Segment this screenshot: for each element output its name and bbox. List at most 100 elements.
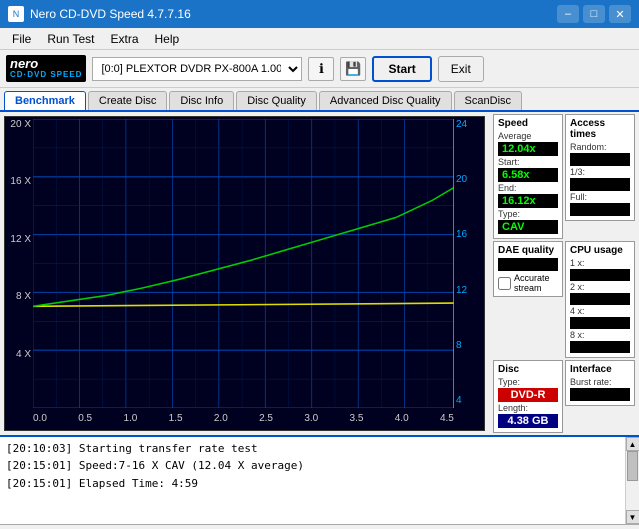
start-value: 6.58x [498,168,558,182]
app-icon: N [8,6,24,22]
window-title: Nero CD-DVD Speed 4.7.7.16 [30,7,191,21]
cpu-section: CPU usage 1 x: 2 x: 4 x: 8 x: [565,241,635,358]
menu-help[interactable]: Help [147,30,188,48]
4x-value [570,317,630,329]
disc-interface-panel: Disc Type: DVD-R Length: 4.38 GB Interfa… [493,360,635,433]
y-right-8: 8 [456,340,462,351]
menu-run-test[interactable]: Run Test [39,30,102,48]
main-content: 20 X 16 X 12 X 8 X 4 X [0,112,639,435]
info-icon-button[interactable]: ℹ [308,57,334,81]
8x-value [570,341,630,353]
y-label-16: 16 X [10,176,31,187]
log-scrollbar: ▲ ▼ [625,437,639,524]
type-value: CAV [498,220,558,234]
4x-label: 4 x: [570,306,630,316]
speed-title: Speed [498,118,558,129]
maximize-button[interactable]: □ [583,5,605,23]
tab-disc-quality[interactable]: Disc Quality [236,91,317,110]
tab-disc-info[interactable]: Disc Info [169,91,234,110]
interface-section: Interface Burst rate: [565,360,635,433]
access-section: Access times Random: 1/3: Full: [565,114,635,239]
tab-benchmark[interactable]: Benchmark [4,91,86,110]
log-area: [20:10:03] Starting transfer rate test [… [0,435,639,525]
disc-length-value: 4.38 GB [498,414,558,428]
disc-type-value: DVD-R [498,388,558,402]
1x-label: 1 x: [570,258,630,268]
tab-advanced-disc-quality[interactable]: Advanced Disc Quality [319,91,452,110]
menu-bar: File Run Test Extra Help [0,28,639,50]
x-label-30: 3.0 [304,413,318,424]
end-value: 16.12x [498,194,558,208]
x-label-15: 1.5 [169,413,183,424]
minimize-button[interactable]: – [557,5,579,23]
y-label-20: 20 X [10,119,31,130]
x-axis: 0.0 0.5 1.0 1.5 2.0 2.5 3.0 3.5 4.0 4.5 [33,408,454,428]
1x-value [570,269,630,281]
dae-section: DAE quality Accurate stream [493,241,563,358]
end-label: End: [498,183,558,193]
y-right-24: 24 [456,119,467,130]
random-value [570,153,630,166]
y-axis-right: 24 20 16 12 8 4 [454,117,484,408]
chart-svg-container [33,119,454,408]
x-label-40: 4.0 [395,413,409,424]
log-entry-0: [20:10:03] Starting transfer rate test [6,440,619,457]
chart-svg [33,119,454,408]
disc-box: Disc Type: DVD-R Length: 4.38 GB [493,360,563,433]
average-value: 12.04x [498,142,558,156]
burst-rate-value [570,388,630,401]
menu-file[interactable]: File [4,30,39,48]
nero-logo: nero CD·DVD SPEED [6,55,86,82]
disc-length-label: Length: [498,403,558,413]
drive-select[interactable]: [0:0] PLEXTOR DVDR PX-800A 1.00 [92,57,302,81]
y-right-16: 16 [456,229,467,240]
y-right-20: 20 [456,174,467,185]
menu-extra[interactable]: Extra [102,30,146,48]
x-label-10: 1.0 [123,413,137,424]
2x-label: 2 x: [570,282,630,292]
cd-dvd-speed-text: CD·DVD SPEED [10,70,82,80]
log-scroll-up-button[interactable]: ▲ [626,437,639,451]
accurate-checkbox[interactable] [498,277,511,290]
one-third-label: 1/3: [570,167,630,177]
start-button[interactable]: Start [372,56,431,82]
y-label-4: 4 X [16,349,31,360]
log-content[interactable]: [20:10:03] Starting transfer rate test [… [0,437,625,524]
8x-label: 8 x: [570,330,630,340]
dae-value [498,258,558,271]
speed-section: Speed Average 12.04x Start: 6.58x End: 1… [493,114,563,239]
x-label-0: 0.0 [33,413,47,424]
accurate-label: Accurate stream [514,273,558,293]
close-button[interactable]: ✕ [609,5,631,23]
log-entry-1: [20:15:01] Speed:7-16 X CAV (12.04 X ave… [6,457,619,474]
tab-scan-disc[interactable]: ScanDisc [454,91,522,110]
dae-cpu-panel: DAE quality Accurate stream CPU usage 1 … [493,241,635,358]
accurate-row: Accurate stream [498,273,558,293]
random-label: Random: [570,142,630,152]
x-label-25: 2.5 [259,413,273,424]
x-label-45: 4.5 [440,413,454,424]
y-right-4: 4 [456,395,462,406]
dae-box: DAE quality Accurate stream [493,241,563,297]
title-bar-controls: – □ ✕ [557,5,631,23]
save-icon-button[interactable]: 💾 [340,57,366,81]
side-panel: Speed Average 12.04x Start: 6.58x End: 1… [489,112,639,435]
y-label-8: 8 X [16,291,31,302]
x-label-20: 2.0 [214,413,228,424]
cpu-title: CPU usage [570,245,630,256]
y-right-12: 12 [456,285,467,296]
title-bar-left: N Nero CD-DVD Speed 4.7.7.16 [8,6,191,22]
log-scroll-thumb[interactable] [627,451,638,481]
log-scroll-track [626,451,639,510]
tabs: Benchmark Create Disc Disc Info Disc Qua… [0,88,639,112]
y-axis-left: 20 X 16 X 12 X 8 X 4 X [5,117,33,408]
log-scroll-down-button[interactable]: ▼ [626,510,639,524]
type-label: Type: [498,209,558,219]
tab-create-disc[interactable]: Create Disc [88,91,167,110]
speed-box: Speed Average 12.04x Start: 6.58x End: 1… [493,114,563,239]
disc-title: Disc [498,364,558,375]
y-label-12: 12 X [10,234,31,245]
exit-button[interactable]: Exit [438,56,484,82]
disc-type-label: Type: [498,377,558,387]
start-label: Start: [498,157,558,167]
